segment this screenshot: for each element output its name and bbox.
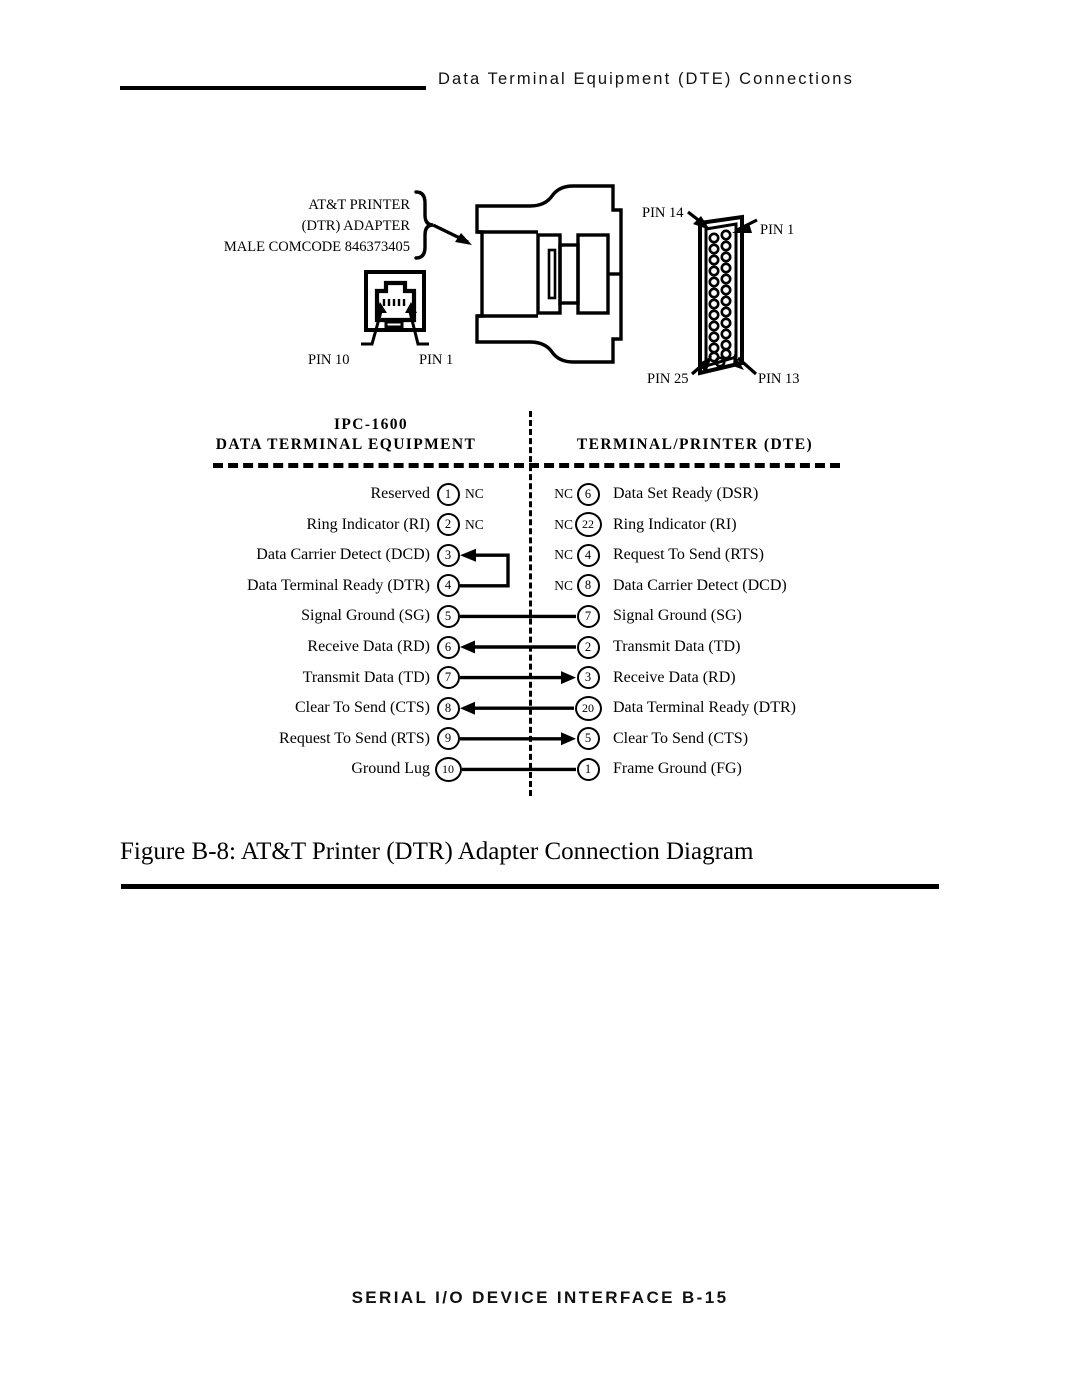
signal-label-right: Data Terminal Ready (DTR) — [613, 699, 796, 717]
pin-circle-right[interactable]: 22 — [574, 512, 602, 538]
signal-label-left: Signal Ground (SG) — [301, 607, 430, 625]
signal-label-left: Ring Indicator (RI) — [306, 515, 430, 533]
wire-arrowhead-left — [460, 640, 475, 654]
nc-tag-right: NC — [554, 516, 573, 532]
adapter-leader-arrowhead — [455, 233, 472, 245]
signal-label-left: Reserved — [370, 485, 430, 502]
signal-label-right: Ring Indicator (RI) — [613, 515, 737, 533]
pin-circle-left[interactable]: 8 — [436, 696, 460, 720]
adapter-brace — [414, 190, 434, 260]
modular-jack-icon — [361, 270, 429, 346]
wire-loopback — [460, 553, 510, 588]
pin-circle-right[interactable]: 7 — [576, 604, 600, 628]
pin-circle-left[interactable]: 3 — [436, 543, 460, 567]
figure-caption: Figure B-8: AT&T Printer (DTR) Adapter C… — [120, 838, 754, 865]
running-head-title: Data Terminal Equipment (DTE) Connection… — [438, 70, 854, 88]
footer-text: SERIAL I/O DEVICE INTERFACE B-15 — [351, 1288, 729, 1307]
running-head-rule — [120, 86, 426, 90]
pin-circle-left[interactable]: 7 — [436, 666, 460, 690]
pin-circle-left[interactable]: 9 — [436, 727, 460, 751]
connector-illustration — [361, 184, 758, 376]
signal-label-left: Data Terminal Ready (DTR) — [247, 576, 430, 594]
signal-label-right: Frame Ground (FG) — [613, 760, 742, 778]
pin-circle-right[interactable]: 4 — [576, 543, 600, 567]
nc-tag-left: NC — [465, 486, 484, 501]
nc-tag-right: NC — [554, 547, 573, 563]
pin-circle-left[interactable]: 5 — [436, 604, 460, 628]
pin-circle-right[interactable]: 8 — [576, 574, 600, 598]
pin-circle-left[interactable]: 10 — [434, 756, 462, 782]
wire-arrowhead-right — [561, 671, 576, 685]
pin-circle-right[interactable]: 6 — [576, 482, 600, 506]
signal-label-right: Data Set Ready (DSR) — [613, 485, 759, 502]
signal-label-right: Data Carrier Detect (DCD) — [613, 576, 787, 594]
pin-circle-left[interactable]: 2 — [436, 513, 460, 537]
wire-arrowhead-left — [460, 701, 475, 715]
adapter-housing — [475, 184, 623, 364]
pin-circle-right[interactable]: 5 — [576, 727, 600, 751]
nc-tag-left: NC — [465, 516, 484, 532]
signal-label-left: Data Carrier Detect (DCD) — [256, 546, 430, 564]
signal-label-right: Clear To Send (CTS) — [613, 729, 749, 747]
pin-circle-left[interactable]: 1 — [436, 482, 460, 506]
nc-tag-right: NC — [554, 486, 573, 501]
page-footer: SERIAL I/O DEVICE INTERFACE B-15 — [0, 1288, 1080, 1308]
pin-circle-right[interactable]: 2 — [576, 635, 600, 659]
signal-label-left: Receive Data (RD) — [307, 638, 430, 655]
pin-circle-left[interactable]: 4 — [436, 574, 460, 598]
nc-tag-right: NC — [554, 577, 573, 593]
signal-label-right: Receive Data (RD) — [613, 668, 736, 686]
signal-label-right: Signal Ground (SG) — [613, 607, 742, 625]
signal-label-left: Ground Lug — [351, 760, 430, 778]
running-head: Data Terminal Equipment (DTE) Connection… — [0, 70, 1080, 106]
signal-label-left: Transmit Data (TD) — [302, 668, 430, 686]
pinout-table: IPC-1600 DATA TERMINAL EQUIPMENT TERMINA… — [0, 408, 1080, 808]
signal-label-left: Clear To Send (CTS) — [294, 699, 430, 717]
db25-connector — [687, 210, 758, 376]
pin-circle-right[interactable]: 1 — [576, 757, 600, 781]
figure-caption-rule — [121, 884, 939, 889]
pin-circle-right[interactable]: 20 — [574, 695, 602, 721]
wire-arrowhead-right — [561, 732, 576, 746]
pin-circle-right[interactable]: 3 — [576, 666, 600, 690]
figure-artwork: AT&T PRINTER (DTR) ADAPTER MALE COMCODE … — [0, 150, 1080, 410]
wire-loopback-arrowhead — [460, 548, 476, 562]
signal-label-left: Request To Send (RTS) — [279, 729, 430, 747]
signal-label-right: Transmit Data (TD) — [613, 638, 741, 655]
pin-circle-left[interactable]: 6 — [436, 635, 460, 659]
signal-label-right: Request To Send (RTS) — [613, 546, 764, 564]
